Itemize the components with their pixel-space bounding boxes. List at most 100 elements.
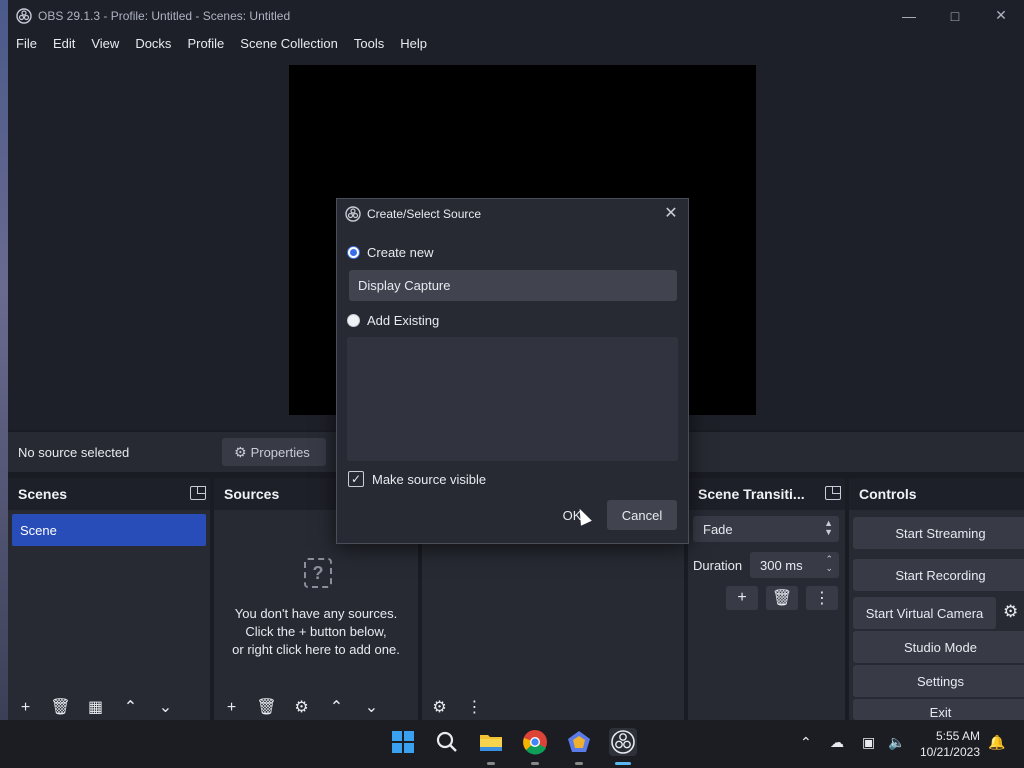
studio-mode-button[interactable]: Studio Mode: [853, 631, 1024, 663]
undock-icon[interactable]: [825, 486, 841, 500]
close-icon[interactable]: ✕: [662, 205, 680, 223]
undock-icon[interactable]: [190, 486, 206, 500]
start-recording-button[interactable]: Start Recording: [853, 559, 1024, 591]
checkmark-icon[interactable]: ✓: [348, 471, 364, 487]
duration-value: 300 ms: [760, 557, 803, 573]
scene-transitions-dock: Scene Transiti... Fade ▲ ▼ Duration 300 m…: [688, 478, 845, 720]
dialog-title: Create/Select Source: [367, 207, 482, 221]
create-new-label: Create new: [367, 245, 434, 260]
menu-bar: File Edit View Docks Profile Scene Colle…: [8, 31, 1024, 55]
radio-unselected-icon[interactable]: [347, 314, 360, 327]
more-options-icon[interactable]: ⋮: [457, 700, 492, 716]
empty-line-1: You don't have any sources.: [234, 606, 398, 621]
scenes-dock: Scenes Scene + 🗑 ▦ ⌃ ⌄: [8, 478, 210, 720]
scenes-toolbar: + 🗑 ▦ ⌃ ⌄: [8, 700, 210, 720]
obs-logo-icon: [16, 7, 32, 24]
properties-button[interactable]: ⚙ Properties: [222, 438, 326, 466]
dialog-title-bar: Create/Select Source: [337, 199, 688, 229]
empty-sources-message[interactable]: You don't have any sources. Click the + …: [214, 605, 418, 659]
menu-profile[interactable]: Profile: [187, 36, 224, 51]
duration-label: Duration: [693, 558, 743, 573]
virtual-camera-settings-icon[interactable]: ⚙: [1003, 602, 1018, 622]
start-streaming-button[interactable]: Start Streaming: [853, 517, 1024, 549]
duration-spinbox[interactable]: 300 ms ⌃ ⌄: [750, 552, 839, 578]
menu-help[interactable]: Help: [400, 36, 427, 51]
running-indicator: [487, 762, 495, 765]
menu-file[interactable]: File: [16, 36, 37, 51]
move-up-icon[interactable]: ⌃: [319, 700, 354, 716]
empty-line-2: Click the + button below,: [245, 624, 387, 639]
add-existing-label: Add Existing: [367, 313, 440, 328]
add-existing-radio[interactable]: Add Existing: [347, 313, 439, 328]
cancel-button[interactable]: Cancel: [607, 500, 677, 530]
controls-dock: Controls Start Streaming Start Recording…: [849, 478, 1024, 720]
add-transition-icon[interactable]: +: [726, 586, 758, 610]
mixer-settings-icon[interactable]: ⚙: [422, 700, 457, 716]
search-icon[interactable]: [433, 728, 461, 756]
app-pentagon-icon[interactable]: [565, 728, 593, 756]
question-icon: ?: [304, 558, 332, 588]
obs-taskbar-icon[interactable]: [609, 728, 637, 756]
notification-bell-icon[interactable]: 🔔: [988, 734, 1005, 751]
network-icon[interactable]: ▣: [862, 734, 875, 751]
menu-view[interactable]: View: [91, 36, 119, 51]
exit-label: Exit: [929, 705, 952, 720]
desktop-background: [0, 0, 8, 728]
minimize-icon[interactable]: —: [886, 0, 932, 31]
source-settings-icon[interactable]: ⚙: [284, 700, 319, 716]
move-down-icon[interactable]: ⌄: [148, 700, 183, 716]
chevron-up-down-icon: ▲ ▼: [824, 518, 833, 537]
start-virtual-camera-button[interactable]: Start Virtual Camera: [853, 597, 996, 629]
transitions-title: Scene Transiti...: [698, 486, 805, 502]
file-explorer-icon[interactable]: [477, 728, 505, 756]
maximize-icon[interactable]: □: [932, 0, 978, 31]
scene-list-item[interactable]: Scene: [12, 514, 206, 546]
active-indicator: [615, 762, 631, 765]
menu-edit[interactable]: Edit: [53, 36, 75, 51]
empty-line-3: or right click here to add one.: [232, 642, 400, 657]
chrome-icon[interactable]: [521, 728, 549, 756]
menu-docks[interactable]: Docks: [135, 36, 171, 51]
volume-muted-icon[interactable]: 🔈: [888, 734, 905, 751]
clock-date: 10/21/2023: [919, 745, 980, 759]
transitions-dock-header: Scene Transiti...: [688, 478, 845, 510]
transition-select[interactable]: Fade ▲ ▼: [693, 516, 839, 542]
remove-source-icon[interactable]: 🗑: [249, 700, 284, 716]
stepper-icon[interactable]: ⌃ ⌄: [825, 555, 833, 573]
make-visible-label: Make source visible: [372, 471, 487, 487]
transition-properties-icon[interactable]: ⋮: [806, 586, 838, 610]
sources-title: Sources: [224, 486, 280, 502]
title-bar: OBS 29.1.3 - Profile: Untitled - Scenes:…: [8, 0, 1024, 31]
start-recording-label: Start Recording: [895, 567, 986, 583]
controls-dock-header: Controls: [849, 478, 1024, 510]
scenes-title: Scenes: [18, 486, 68, 502]
running-indicator: [531, 762, 539, 765]
add-scene-icon[interactable]: +: [8, 700, 43, 716]
system-clock[interactable]: 5:55 AM 10/21/2023: [920, 728, 980, 760]
exit-button[interactable]: Exit: [853, 699, 1024, 720]
remove-scene-icon[interactable]: 🗑: [43, 700, 78, 716]
add-source-icon[interactable]: +: [214, 700, 249, 716]
source-name-input[interactable]: [349, 270, 677, 301]
no-source-label: No source selected: [18, 444, 130, 460]
filter-icon[interactable]: ▦: [78, 700, 113, 716]
running-indicator: [575, 762, 583, 765]
remove-transition-icon[interactable]: 🗑: [766, 586, 798, 610]
move-down-icon[interactable]: ⌄: [354, 700, 389, 716]
create-new-radio[interactable]: Create new: [347, 245, 433, 260]
close-icon[interactable]: ✕: [978, 0, 1024, 31]
scene-item-label: Scene: [20, 522, 57, 538]
move-up-icon[interactable]: ⌃: [113, 700, 148, 716]
radio-selected-icon[interactable]: [347, 246, 360, 259]
windows-start-icon[interactable]: [389, 728, 417, 756]
settings-button[interactable]: Settings: [853, 665, 1024, 697]
menu-tools[interactable]: Tools: [354, 36, 384, 51]
chevron-up-icon[interactable]: ⌃: [800, 734, 812, 751]
make-visible-checkbox[interactable]: ✓ Make source visible: [348, 471, 486, 487]
obs-window: OBS 29.1.3 - Profile: Untitled - Scenes:…: [0, 0, 1024, 768]
existing-sources-list[interactable]: [347, 337, 678, 461]
gear-icon: ⚙: [234, 443, 247, 460]
cloud-icon[interactable]: ☁: [830, 734, 844, 751]
create-select-source-dialog: Create/Select Source ✕ Create new Add Ex…: [336, 198, 689, 544]
menu-scene-collection[interactable]: Scene Collection: [240, 36, 338, 51]
